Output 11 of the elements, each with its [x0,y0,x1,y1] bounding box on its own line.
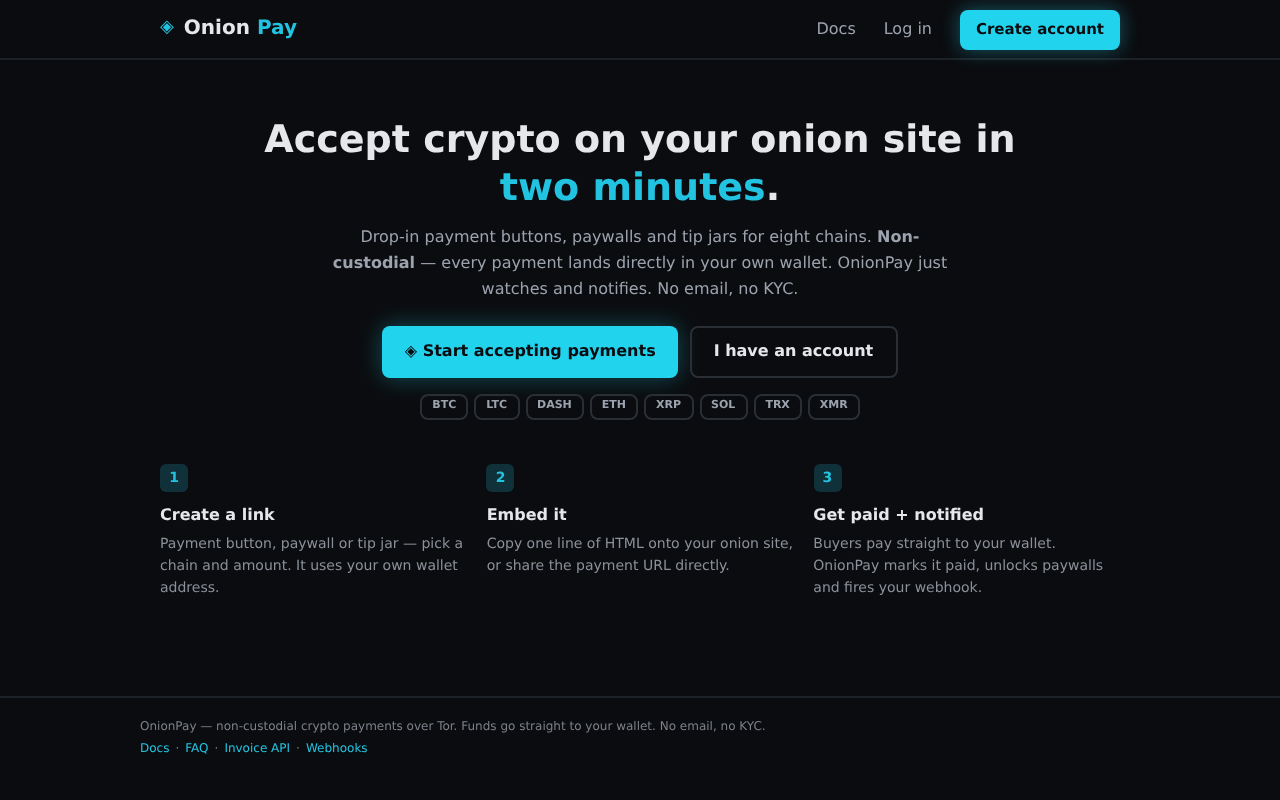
nav-link[interactable]: Log in [883,17,932,41]
have-account-button[interactable]: I have an account [689,326,898,378]
step-title: Get paid + notified [813,504,986,528]
logo-icon: ◈ [160,15,174,43]
hero-headline: Accept crypto on your onion site in two minutes. [262,116,1018,212]
nav-link[interactable]: Docs [816,17,856,41]
start-accepting-button[interactable]: ◈ Start accepting payments [382,326,678,378]
step-title: Embed it [486,504,569,528]
hero-description: Drop-in payment buttons, paywalls and tip jars for eight chains. Non-custodial — every payment lands directly in your own wallet. OnionPay just watches and notifies. No email, no KYC. [330,226,950,302]
brand-name[interactable]: Onion Pay [183,14,297,44]
step-title: Create a link [160,504,277,528]
